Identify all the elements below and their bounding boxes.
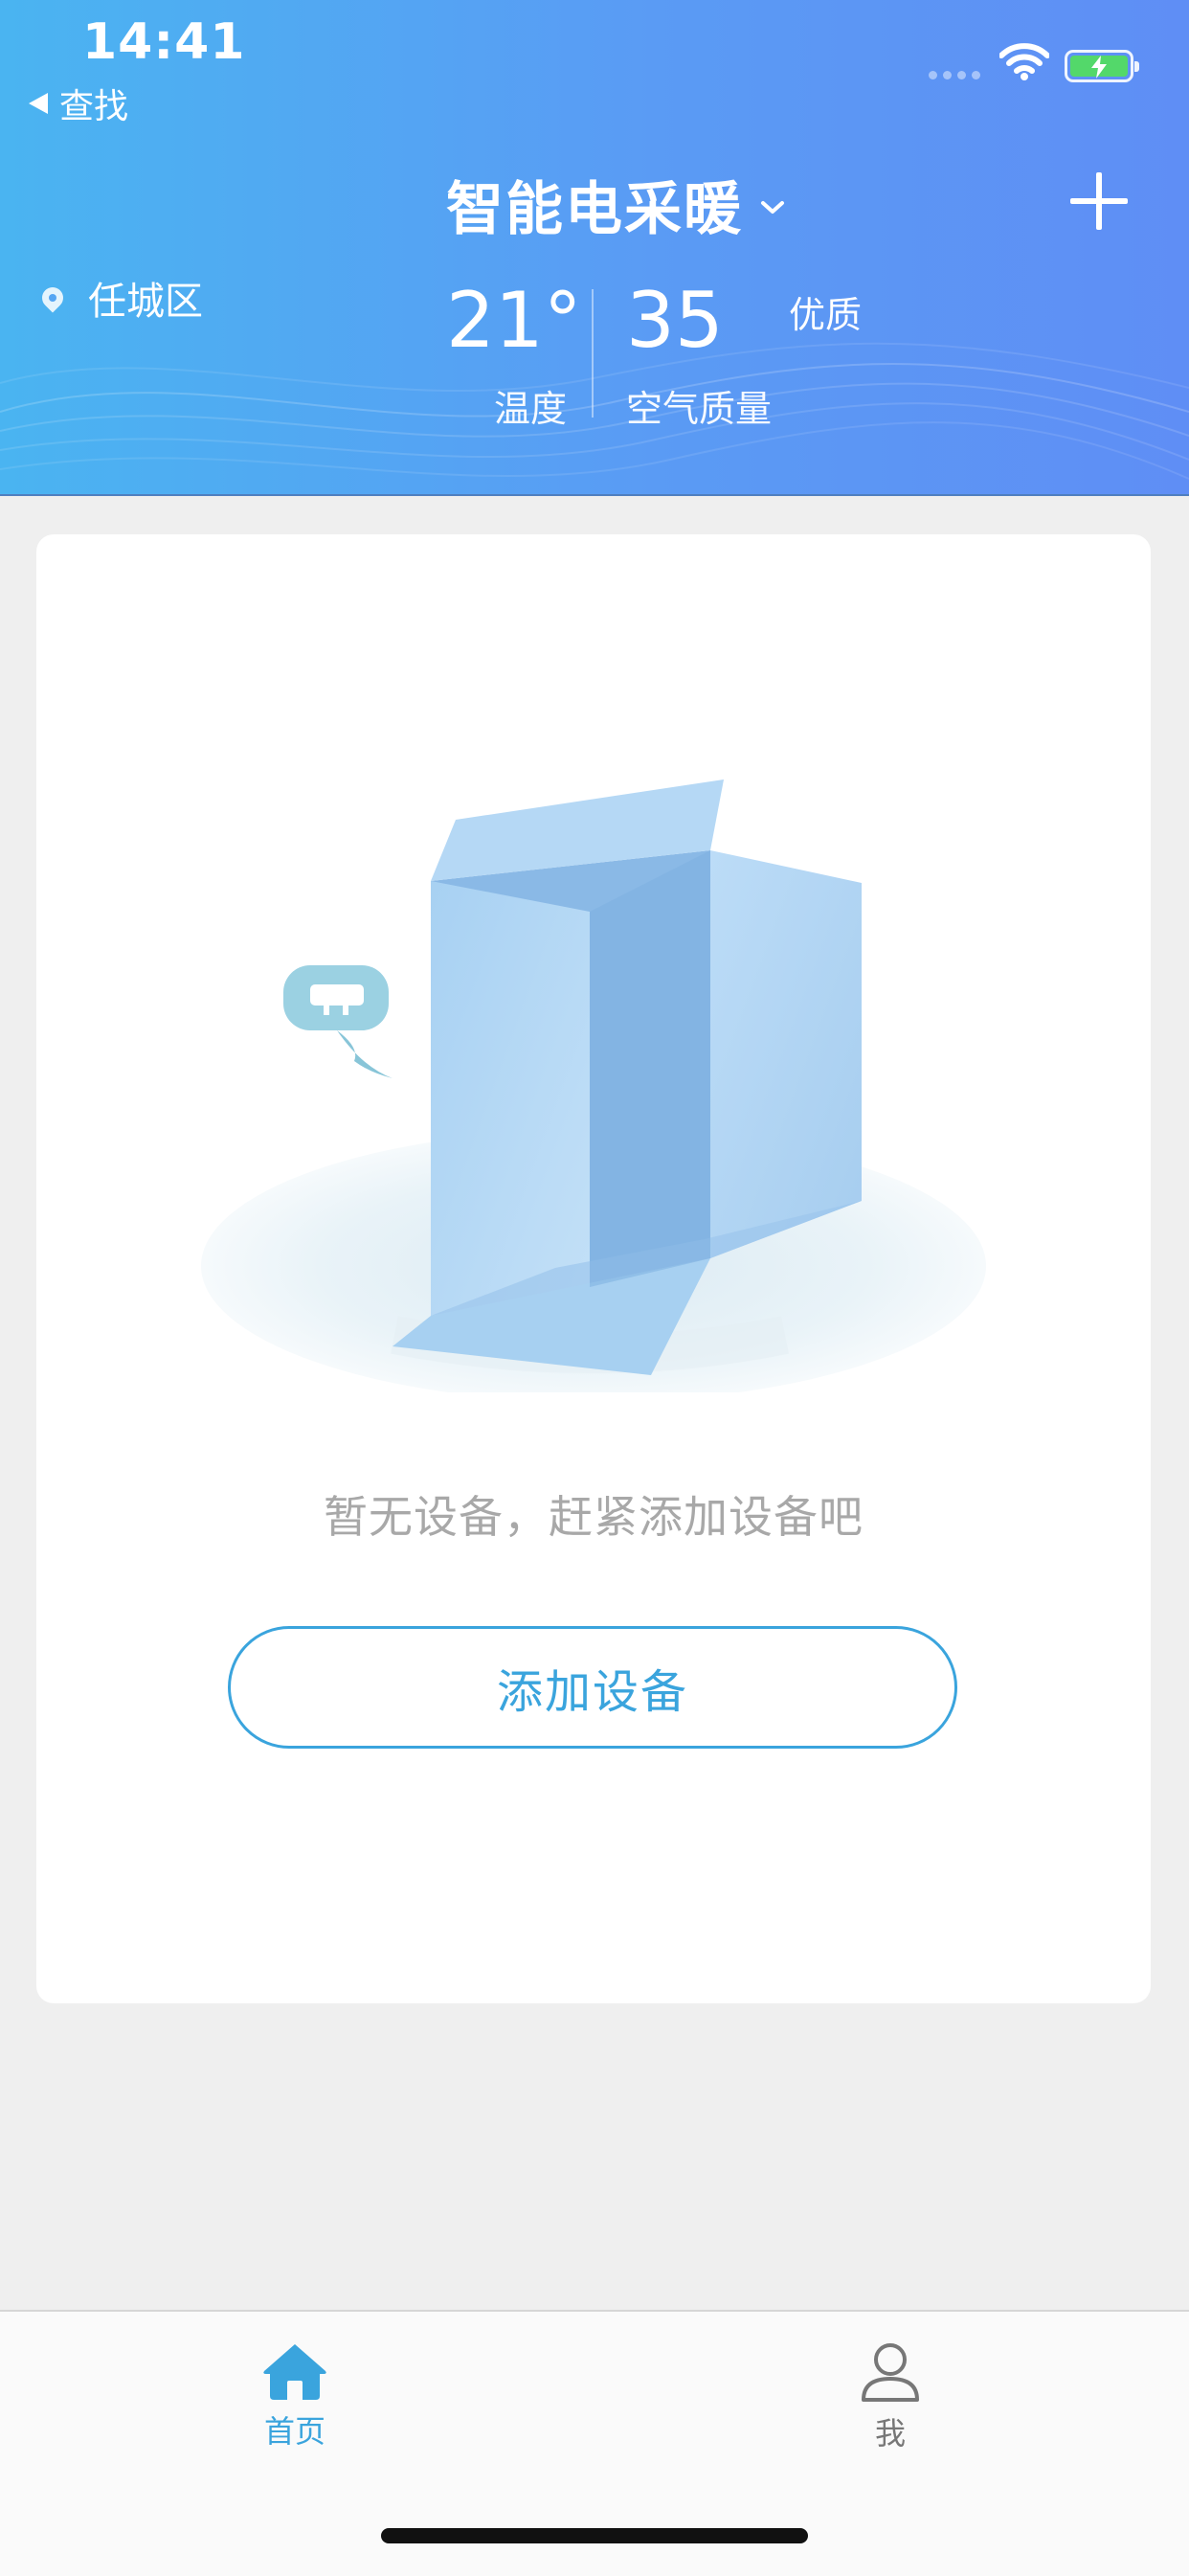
air-quality-label: 空气质量 (626, 388, 773, 430)
home-icon (263, 2344, 326, 2400)
person-icon (862, 2343, 919, 2402)
cellular-signal-icon (929, 71, 980, 79)
empty-state-message: 暂无设备，赶紧添加设备吧 (324, 1491, 864, 1543)
add-icon[interactable] (1070, 172, 1128, 230)
add-device-button[interactable]: 添加设备 (228, 1626, 957, 1749)
header: 14:41 查找 智能电采暖 任城区 21° 温度 35 优质 空气质量 (0, 0, 1189, 496)
tab-me-label: 我 (874, 2415, 906, 2452)
device-list-card: 暂无设备，赶紧添加设备吧 添加设备 (36, 534, 1151, 2003)
chevron-down-icon (761, 200, 784, 214)
temperature-value: 21° (446, 276, 582, 365)
home-indicator[interactable] (381, 2528, 808, 2543)
air-quality-level: 优质 (789, 294, 863, 336)
back-link-label: 查找 (59, 87, 129, 126)
page-title: 智能电采暖 (446, 176, 743, 243)
home-selector-dropdown[interactable]: 智能电采暖 (446, 163, 785, 246)
status-time: 14:41 (82, 13, 246, 71)
weather-divider (592, 289, 594, 418)
empty-box-illustration (201, 780, 986, 1392)
tab-home[interactable]: 首页 (199, 2340, 391, 2452)
location-selector[interactable]: 任城区 (37, 270, 203, 326)
temperature-label: 温度 (494, 388, 568, 430)
battery-icon (1065, 50, 1139, 82)
location-label: 任城区 (88, 280, 203, 324)
wifi-icon (999, 43, 1049, 80)
tab-home-label: 首页 (263, 2413, 325, 2450)
back-arrow-icon (29, 93, 48, 114)
location-pin-icon (37, 282, 68, 313)
air-quality-value: 35 (626, 276, 724, 365)
back-to-search-link[interactable]: 查找 (29, 79, 128, 128)
tab-me[interactable]: 我 (795, 2340, 986, 2453)
